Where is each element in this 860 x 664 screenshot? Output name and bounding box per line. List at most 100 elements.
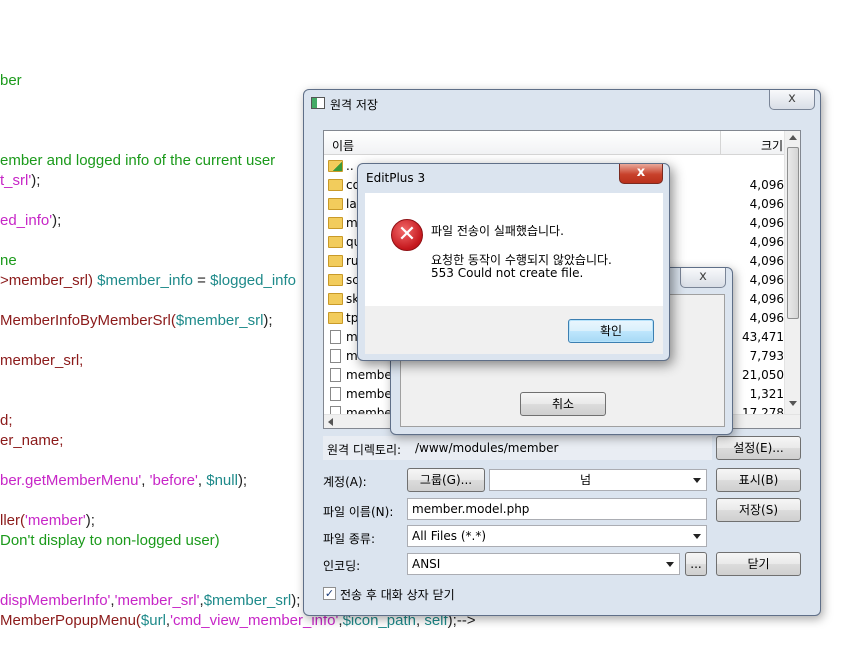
code-token: $null	[206, 472, 238, 489]
close-button[interactable]: 닫기	[716, 552, 801, 576]
code-line: er_name;	[0, 432, 63, 450]
code-line: d;	[0, 412, 13, 430]
error-message-code: 553 Could not create file.	[431, 266, 584, 280]
encoding-more-button[interactable]: ...	[685, 552, 707, 576]
code-line: >member_srl) $member_info = $logged_info	[0, 272, 296, 290]
code-line: ber	[0, 72, 22, 90]
file-icon	[330, 330, 341, 344]
code-line: t_srl');	[0, 172, 40, 190]
cancel-button[interactable]: 취소	[520, 392, 606, 416]
file-icon	[330, 349, 341, 363]
filename-input[interactable]: member.model.php	[407, 498, 707, 520]
save-button[interactable]: 저장(S)	[716, 498, 801, 522]
account-select[interactable]: 넘	[489, 469, 707, 491]
folder-icon	[328, 217, 343, 229]
close-icon[interactable]: ⅹ	[680, 268, 726, 288]
code-token: ne	[0, 252, 17, 269]
file-size: 4,096	[749, 292, 784, 306]
scroll-up-icon[interactable]	[789, 135, 797, 140]
parent-folder-icon	[328, 160, 343, 172]
code-token: ,	[141, 472, 150, 489]
ok-button[interactable]: 확인	[568, 319, 654, 343]
code-line: ber.getMemberMenu', 'before', $null);	[0, 472, 247, 490]
file-size: 4,096	[749, 216, 784, 230]
code-token: ller(	[0, 512, 25, 529]
code-token: ember and logged info of the current use…	[0, 152, 276, 169]
folder-icon	[328, 255, 343, 267]
vertical-scrollbar[interactable]	[784, 131, 800, 414]
code-line: MemberInfoByMemberSrl($member_srl);	[0, 312, 273, 330]
code-line: ember and logged info of the current use…	[0, 152, 275, 170]
close-icon[interactable]: ⅹ	[619, 164, 663, 184]
code-token: t_srl'	[0, 172, 32, 189]
file-size: 4,096	[749, 311, 784, 325]
file-icon	[330, 368, 341, 382]
column-size[interactable]: 크기	[761, 137, 783, 154]
account-value-suffix: 넘	[580, 473, 592, 487]
code-token: d;	[0, 412, 13, 429]
file-size: 4,096	[749, 178, 784, 192]
file-icon	[330, 387, 341, 401]
filename-label: 파일 이름(N):	[323, 505, 394, 519]
code-line: ller('member');	[0, 512, 95, 530]
code-token: 'member_srl'	[114, 592, 200, 609]
code-token: );	[263, 312, 273, 329]
code-token: );	[85, 512, 95, 529]
account-label: 계정(A):	[323, 475, 367, 489]
code-token: >member_srl)	[0, 272, 98, 289]
group-button[interactable]: 그룹(G)...	[407, 468, 485, 492]
code-token: er_name;	[0, 432, 64, 449]
message-panel: ✕ 파일 전송이 실패했습니다. 요청한 동작이 수행되지 않았습니다. 553…	[365, 193, 663, 306]
folder-icon	[328, 312, 343, 324]
error-icon: ✕	[391, 219, 423, 251]
code-token: 'before'	[149, 472, 198, 489]
scroll-thumb[interactable]	[787, 147, 799, 319]
code-token: );	[291, 592, 301, 609]
encoding-select[interactable]: ANSI	[407, 553, 680, 575]
file-size: 4,096	[749, 254, 784, 268]
code-token: $member_srl	[203, 592, 292, 609]
remote-directory-label: 원격 디렉토리:	[327, 443, 402, 457]
code-token: ber	[0, 72, 22, 89]
code-line: dispMemberInfo','member_srl',$member_srl…	[0, 592, 300, 610]
file-size: 4,096	[749, 273, 784, 287]
file-name: m	[346, 349, 358, 363]
file-name: m	[346, 330, 358, 344]
column-name[interactable]: 이름	[332, 137, 354, 154]
code-token: dispMemberInfo'	[0, 592, 111, 609]
error-dialog: EditPlus 3 ⅹ ✕ 파일 전송이 실패했습니다. 요청한 동작이 수행…	[357, 163, 670, 361]
code-line: member_srl;	[0, 352, 83, 370]
code-line: Don't display to non-logged user)	[0, 532, 220, 550]
remote-directory-value: /www/modules/member	[415, 441, 559, 455]
show-button[interactable]: 표시(B)	[716, 468, 801, 492]
file-size: 43,471	[742, 330, 784, 344]
code-token: ber.getMemberMenu'	[0, 472, 142, 489]
folder-icon	[328, 274, 343, 286]
code-token: member_srl;	[0, 352, 84, 369]
file-size: 7,793	[749, 349, 784, 363]
account-redaction	[500, 474, 580, 488]
code-token: );	[52, 212, 62, 229]
code-token: ,	[197, 472, 207, 489]
code-token: Don't display to non-logged user)	[0, 532, 220, 549]
code-token: $member_srl	[175, 312, 264, 329]
scroll-down-icon[interactable]	[789, 401, 797, 406]
scroll-left-icon[interactable]	[328, 418, 333, 426]
folder-icon	[328, 179, 343, 191]
close-after-transfer-checkbox[interactable]: ✓	[323, 587, 336, 600]
remote-directory-row: 원격 디렉토리: /www/modules/member	[323, 436, 712, 460]
settings-button[interactable]: 설정(E)...	[716, 436, 801, 460]
filetype-select[interactable]: All Files (*.*)	[407, 525, 707, 547]
code-token: );	[31, 172, 41, 189]
filetype-label: 파일 종류:	[323, 532, 376, 546]
close-icon[interactable]: ⅹ	[769, 90, 815, 110]
dialog-title: 원격 저장	[330, 98, 378, 112]
code-token: $logged_info	[210, 272, 297, 289]
code-token: );	[237, 472, 248, 489]
folder-icon	[328, 236, 343, 248]
folder-icon	[328, 198, 343, 210]
file-list-header: 이름 크기	[324, 131, 784, 155]
file-size: 4,096	[749, 197, 784, 211]
file-name: ..	[346, 159, 354, 173]
file-size: 1,321	[749, 387, 784, 401]
